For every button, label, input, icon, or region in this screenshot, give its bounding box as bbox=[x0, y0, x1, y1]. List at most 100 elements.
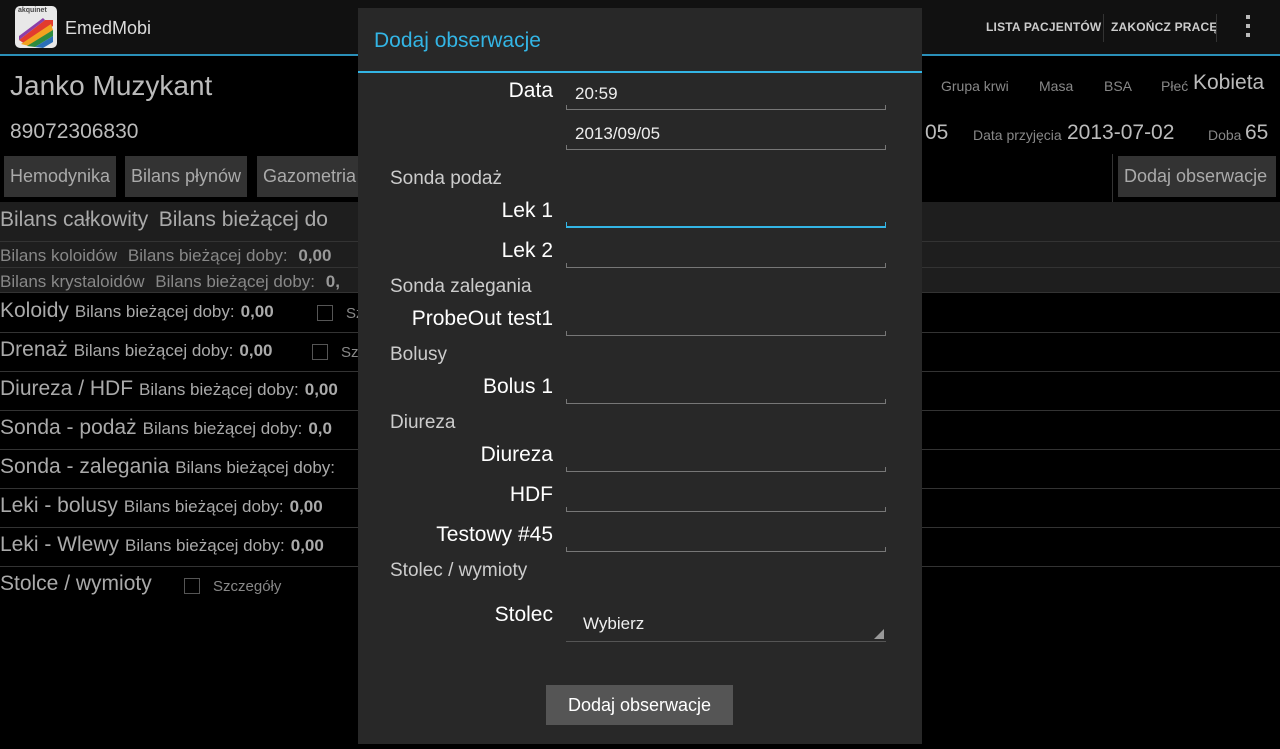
admission-date-label: Data przyjęcia bbox=[973, 127, 1062, 143]
mass-label: Masa bbox=[1039, 78, 1074, 94]
list-item-sub: Bilans bieżącej doby: bbox=[142, 419, 303, 438]
list-item-title: Stolce / wymioty bbox=[0, 572, 152, 595]
list-item-sub: Bilans bieżącej doby: bbox=[127, 246, 288, 265]
details-checkbox-label: Sz bbox=[341, 344, 359, 361]
time-value: 20:59 bbox=[575, 84, 618, 103]
diureza-label: Diureza bbox=[480, 443, 553, 466]
list-item[interactable]: Koloidy Bilans bieżącej doby: 0,00 bbox=[0, 299, 274, 323]
bsa-label: BSA bbox=[1104, 78, 1133, 94]
testowy-input[interactable] bbox=[566, 518, 886, 552]
app-logo-icon: akquinet bbox=[15, 6, 57, 48]
list-item[interactable]: Leki - Wlewy Bilans bieżącej doby: 0,00 bbox=[0, 533, 324, 557]
details-checkbox-label: Szczegóły bbox=[213, 578, 282, 595]
list-item: Bilans koloidów Bilans bieżącej doby: 0,… bbox=[0, 246, 331, 266]
total-balance-sub: Bilans bieżącej do bbox=[158, 208, 328, 231]
lek2-input[interactable] bbox=[566, 234, 886, 268]
bolus1-label: Bolus 1 bbox=[482, 375, 553, 398]
tab-hemodynika[interactable]: Hemodynika bbox=[4, 156, 117, 197]
time-field[interactable]: 20:59 bbox=[566, 76, 886, 110]
tab-divider bbox=[1112, 154, 1113, 202]
app-title: EmedMobi bbox=[65, 18, 152, 38]
date-label: Data bbox=[508, 79, 553, 102]
lek1-label: Lek 1 bbox=[501, 199, 553, 222]
list-item: Bilans krystaloidów Bilans bieżącej doby… bbox=[0, 272, 340, 292]
patient-name: Janko Muzykant bbox=[10, 70, 213, 101]
list-item-sub: Bilans bieżącej doby: bbox=[125, 536, 285, 555]
hdf-input[interactable] bbox=[566, 478, 886, 512]
lek1-input[interactable] bbox=[566, 194, 886, 228]
details-checkbox[interactable] bbox=[312, 344, 328, 360]
date-field[interactable]: 2013/09/05 bbox=[566, 116, 886, 150]
list-item-value: 0,00 bbox=[304, 380, 338, 399]
list-item-title: Diureza / HDF bbox=[0, 377, 134, 400]
action-divider bbox=[1216, 14, 1217, 42]
dialog-title-divider bbox=[358, 71, 922, 73]
stolec-label: Stolec bbox=[494, 603, 553, 626]
section-sonda-zalegania: Sonda zalegania bbox=[390, 276, 532, 297]
details-checkbox[interactable] bbox=[317, 305, 333, 321]
day-label: Doba bbox=[1208, 127, 1242, 143]
total-balance-header: Bilans całkowity Bilans bieżącej do bbox=[0, 208, 328, 232]
list-item[interactable]: Diureza / HDF Bilans bieżącej doby: 0,00 bbox=[0, 377, 338, 401]
list-item-value: 0, bbox=[325, 272, 340, 291]
action-divider bbox=[1103, 14, 1104, 42]
dialog-title: Dodaj obserwacje bbox=[374, 29, 541, 52]
list-item-value: 0,00 bbox=[290, 536, 324, 555]
stolec-selected-value: Wybierz bbox=[583, 614, 645, 633]
sex-value: Kobieta bbox=[1193, 71, 1265, 94]
list-item-value: 0,00 bbox=[289, 497, 323, 516]
list-item-title: Sonda - zalegania bbox=[0, 455, 170, 478]
section-stolec: Stolec / wymioty bbox=[390, 560, 528, 581]
list-item-sub: Bilans bieżącej doby: bbox=[175, 458, 336, 477]
tab-gazometria[interactable]: Gazometria bbox=[257, 156, 361, 197]
bolus1-input[interactable] bbox=[566, 370, 886, 404]
admission-date-value: 2013-07-02 bbox=[1067, 121, 1175, 144]
probeout-label: ProbeOut test1 bbox=[411, 307, 553, 330]
section-diureza: Diureza bbox=[390, 412, 456, 433]
list-item-title: Drenaż bbox=[0, 338, 68, 361]
patient-list-button[interactable]: LISTA PACJENTÓW bbox=[986, 20, 1101, 34]
section-sonda-podaz: Sonda podaż bbox=[390, 168, 502, 189]
list-item-title: Sonda - podaż bbox=[0, 416, 137, 439]
list-item-title: Bilans koloidów bbox=[0, 246, 118, 265]
list-item-value: 0,0 bbox=[308, 419, 332, 438]
list-item-title: Leki - bolusy bbox=[0, 494, 118, 517]
day-value: 65 bbox=[1245, 121, 1269, 144]
list-item-value: 0,00 bbox=[239, 341, 273, 360]
list-item[interactable]: Sonda - podaż Bilans bieżącej doby: 0,0 bbox=[0, 416, 332, 440]
list-item-value: 0,00 bbox=[240, 302, 274, 321]
list-item-sub: Bilans bieżącej doby: bbox=[73, 341, 234, 360]
list-item-sub: Bilans bieżącej doby: bbox=[155, 272, 316, 291]
probeout-input[interactable] bbox=[566, 302, 886, 336]
lek2-label: Lek 2 bbox=[501, 239, 553, 262]
partial-value: 05 bbox=[925, 121, 949, 144]
add-observation-submit-button[interactable]: Dodaj obserwacje bbox=[546, 685, 733, 725]
list-item-value: 0,00 bbox=[298, 246, 332, 265]
sex-label: Płeć bbox=[1161, 78, 1189, 94]
patient-id: 89072306830 bbox=[10, 120, 139, 143]
stolec-dropdown[interactable]: Wybierz bbox=[566, 606, 886, 642]
section-bolusy: Bolusy bbox=[390, 344, 448, 365]
diureza-input[interactable] bbox=[566, 438, 886, 472]
add-observation-dialog: Dodaj obserwacje Data 20:59 2013/09/05 S… bbox=[358, 8, 922, 744]
overflow-menu-icon[interactable] bbox=[1238, 15, 1258, 41]
list-item-title: Leki - Wlewy bbox=[0, 533, 120, 556]
list-item[interactable]: Stolce / wymioty bbox=[0, 572, 152, 596]
list-item-sub: Bilans bieżącej doby: bbox=[123, 497, 284, 516]
list-item-sub: Bilans bieżącej doby: bbox=[74, 302, 235, 321]
list-item-title: Bilans krystaloidów bbox=[0, 272, 145, 291]
blood-group-label: Grupa krwi bbox=[941, 78, 1009, 94]
list-item[interactable]: Sonda - zalegania Bilans bieżącej doby: bbox=[0, 455, 341, 479]
add-observation-tab-button[interactable]: Dodaj obserwacje bbox=[1118, 156, 1276, 197]
finish-work-button[interactable]: ZAKOŃCZ PRACĘ bbox=[1111, 20, 1218, 34]
list-item[interactable]: Leki - bolusy Bilans bieżącej doby: 0,00 bbox=[0, 494, 323, 518]
total-balance-title: Bilans całkowity bbox=[0, 208, 149, 231]
list-item[interactable]: Drenaż Bilans bieżącej doby: 0,00 bbox=[0, 338, 273, 362]
testowy-label: Testowy #45 bbox=[436, 523, 553, 546]
hdf-label: HDF bbox=[509, 483, 553, 506]
details-checkbox[interactable] bbox=[184, 578, 200, 594]
list-item-sub: Bilans bieżącej doby: bbox=[139, 380, 299, 399]
tab-bilans-plynow[interactable]: Bilans płynów bbox=[125, 156, 248, 197]
date-value: 2013/09/05 bbox=[575, 124, 661, 143]
list-item-title: Koloidy bbox=[0, 299, 69, 322]
